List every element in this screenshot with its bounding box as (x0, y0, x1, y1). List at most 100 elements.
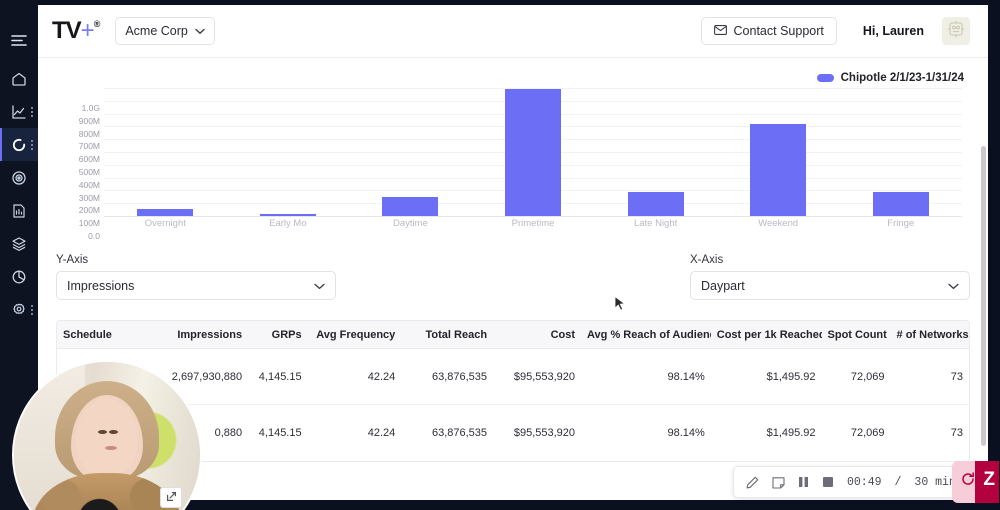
x-tick-label: Late Night (633, 218, 678, 229)
webcam-mouth (104, 445, 117, 450)
sidebar-item-planner[interactable] (0, 128, 38, 161)
x-axis-select[interactable]: Daypart (690, 271, 970, 300)
brand-letter: Z (983, 469, 995, 490)
chart-plot-area (104, 88, 962, 217)
table-cell-networks: 73 (950, 370, 963, 383)
chart-legend[interactable]: Chipotle 2/1/23-1/31/24 (816, 72, 964, 84)
avatar[interactable] (942, 17, 970, 45)
y-axis-select[interactable]: Impressions (56, 271, 336, 300)
table-column-header[interactable]: GRPs (248, 329, 307, 341)
table-cell-total-reach: 63,876,535 (431, 427, 488, 439)
recorder-brand-stop[interactable]: Z (952, 461, 999, 503)
y-tick-label: 100M (78, 218, 100, 229)
webcam-expand-button[interactable] (160, 487, 182, 508)
sticky-note-icon[interactable] (772, 476, 785, 489)
table-cell-avg-frequency: 42.24 (367, 370, 396, 383)
logo-plus: + (80, 17, 95, 44)
chart-bar[interactable] (872, 192, 929, 216)
logo-text: TV (52, 17, 82, 44)
x-axis-control-group: X-Axis Daypart (690, 254, 970, 300)
home-icon (11, 71, 27, 87)
contact-support-label: Contact Support (733, 24, 824, 38)
recording-separator: / (894, 475, 902, 489)
table-column-header[interactable]: Impressions (135, 329, 248, 341)
chart-bar[interactable] (382, 196, 439, 216)
x-axis-label: X-Axis (690, 254, 724, 266)
table-column-header[interactable]: Total Reach (401, 329, 493, 341)
analytics-overflow-dots[interactable] (31, 106, 33, 117)
table-column-header[interactable]: Cost (493, 329, 581, 341)
sidebar-item-analytics[interactable] (0, 95, 38, 128)
sidebar-item-library[interactable] (0, 227, 38, 260)
table-cell-cost-per-1k: $1,495.92 (766, 370, 816, 383)
org-name: Acme Corp (125, 24, 188, 38)
document-chart-icon (11, 203, 27, 219)
table-cell-spot-count: 72,069 (850, 370, 885, 383)
y-axis-selected-value: Impressions (67, 278, 135, 293)
webcam-eye-left (98, 430, 108, 435)
sidebar-item-settings[interactable] (0, 293, 38, 326)
pie-chart-icon (11, 269, 27, 285)
sidebar-item-home[interactable] (0, 62, 38, 95)
chart-bar[interactable] (505, 89, 562, 216)
sidebar-item-reports[interactable] (0, 194, 38, 227)
sidebar-item-targeting[interactable] (0, 161, 38, 194)
bar-cell (717, 88, 840, 216)
x-tick-label: Overnight (144, 218, 186, 229)
chart-y-axis: 1.0G 900M 800M 700M 600M 500M 400M 300M 200M 100M… (56, 88, 100, 241)
x-tick-label: Daytime (393, 218, 428, 229)
hamburger-icon (10, 34, 28, 47)
bar-cell (227, 88, 350, 216)
table-cell-grps: 4,145.15 (258, 427, 302, 439)
table-column-header[interactable]: Avg % Reach of Audience (581, 329, 711, 341)
pause-icon[interactable] (798, 476, 809, 488)
chart-bar[interactable] (627, 191, 684, 216)
pencil-icon[interactable] (746, 476, 759, 489)
table-cell-cost: $95,553,920 (513, 370, 576, 383)
table-column-header[interactable]: Avg Frequency (308, 329, 402, 341)
chart-bar[interactable] (259, 214, 316, 216)
table-column-header[interactable]: Spot Count (822, 329, 891, 341)
table-cell-grps: 4,145.15 (258, 370, 302, 383)
logo-registered-mark: ® (93, 19, 101, 29)
gridline (104, 216, 962, 217)
stop-square-icon[interactable] (822, 476, 834, 488)
bar-cell (104, 88, 227, 216)
y-tick-label: 200M (78, 205, 100, 216)
y-axis-control-group: Y-Axis Impressions (56, 254, 336, 300)
screen: TV + ® Acme Corp Contact Support Hi, Laure… (0, 0, 1000, 510)
webcam-face (76, 399, 138, 478)
greeting-text: Hi, Lauren (862, 24, 924, 38)
restart-icon[interactable] (961, 472, 975, 491)
table-column-header[interactable]: Cost per 1k Reached (711, 329, 822, 341)
webcam-eye-right (109, 430, 119, 435)
settings-overflow-dots[interactable] (31, 304, 33, 315)
app-logo[interactable]: TV + ® (52, 17, 101, 45)
table-cell-cost: $95,553,920 (513, 427, 576, 439)
user-avatar-icon (946, 19, 966, 44)
sidebar-item-menu-toggle[interactable] (0, 18, 38, 62)
y-axis-label: Y-Axis (56, 254, 89, 266)
table-cell-spot-count: 72,069 (850, 427, 885, 439)
vertical-scrollbar[interactable] (981, 146, 986, 446)
table-column-header[interactable]: Schedule (57, 329, 135, 341)
org-selector[interactable]: Acme Corp (115, 17, 215, 45)
x-tick-label: Primetime (511, 218, 555, 229)
x-tick-label: Fringe (887, 218, 915, 229)
planner-overflow-dots[interactable] (31, 139, 33, 150)
x-tick-label: Early Mo (269, 218, 307, 229)
chart-bars (104, 88, 962, 216)
contact-support-button[interactable]: Contact Support (700, 17, 837, 45)
chart-bar[interactable] (137, 208, 194, 216)
circle-icon (11, 137, 27, 153)
chart-bar[interactable] (750, 123, 807, 216)
expand-icon (166, 489, 177, 507)
sidebar-item-insights[interactable] (0, 260, 38, 293)
recording-total: 30 min (914, 475, 956, 489)
y-tick-label: 800M (78, 128, 100, 139)
gear-icon (11, 302, 27, 318)
table-column-header[interactable]: # of Networks (891, 329, 969, 341)
x-tick-label: Weekend (758, 218, 799, 229)
x-axis-selected-value: Daypart (701, 278, 745, 293)
y-tick-label: 500M (78, 167, 100, 177)
